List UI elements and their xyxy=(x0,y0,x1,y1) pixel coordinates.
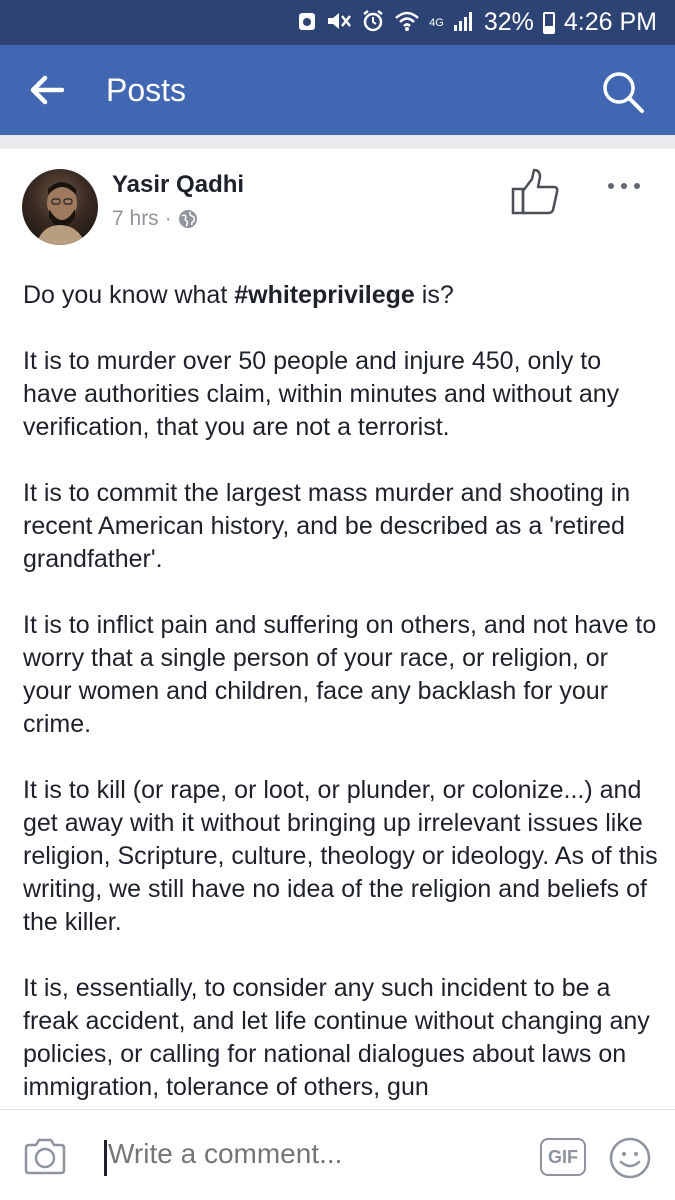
text-cursor xyxy=(104,1140,107,1176)
post-header: Yasir Qadhi 7 hrs · xyxy=(0,149,675,259)
post-meta: 7 hrs · xyxy=(112,207,198,231)
hashtag-link[interactable]: #whiteprivilege xyxy=(234,281,415,309)
wifi-icon xyxy=(394,10,420,36)
thumbs-up-icon xyxy=(511,168,559,215)
mute-icon xyxy=(326,10,352,36)
meta-separator: · xyxy=(164,207,172,230)
alarm-icon xyxy=(361,9,385,37)
emoji-button[interactable] xyxy=(608,1136,652,1180)
comment-input[interactable] xyxy=(108,1138,508,1170)
more-options-button[interactable] xyxy=(606,179,642,193)
gif-button[interactable]: GIF xyxy=(540,1138,586,1176)
avatar[interactable] xyxy=(22,169,98,245)
search-icon xyxy=(603,72,644,113)
camera-button[interactable] xyxy=(22,1134,68,1180)
feed-divider xyxy=(0,135,675,149)
profile-photo xyxy=(36,182,86,245)
comment-bar: GIF xyxy=(0,1109,675,1200)
page-title: Posts xyxy=(106,71,187,108)
search-button[interactable] xyxy=(601,70,645,114)
post-paragraph: It is to kill (or rape, or loot, or plun… xyxy=(23,776,658,936)
status-icons: 4G 32% 4:26 PM xyxy=(297,8,657,37)
post-time[interactable]: 7 hrs xyxy=(112,207,159,231)
camera-icon xyxy=(24,1138,66,1175)
back-button[interactable] xyxy=(30,65,90,115)
status-bar: 4G 32% 4:26 PM xyxy=(0,0,675,45)
arrow-left-icon xyxy=(30,75,64,105)
more-horizontal-icon xyxy=(608,183,640,189)
app-bar: Posts xyxy=(0,45,675,135)
clock: 4:26 PM xyxy=(563,8,657,36)
globe-icon xyxy=(178,210,197,228)
battery-icon xyxy=(542,11,555,34)
notification-icon xyxy=(297,10,317,36)
post-paragraph: It is, essentially, to consider any such… xyxy=(23,974,650,1101)
network-type: 4G xyxy=(429,16,444,29)
like-button[interactable] xyxy=(510,167,562,219)
signal-icon xyxy=(453,10,475,36)
battery-percent: 32% xyxy=(483,8,534,36)
smiley-icon xyxy=(609,1137,651,1179)
post-paragraph: It is to commit the largest mass murder … xyxy=(23,479,631,573)
post-paragraph: It is to inflict pain and suffering on o… xyxy=(23,611,657,738)
post-body: Do you know what #whiteprivilege is? It … xyxy=(23,279,659,1137)
post-paragraph: It is to murder over 50 people and injur… xyxy=(23,347,620,441)
post-paragraph: Do you know what #whiteprivilege is? xyxy=(23,281,454,309)
author-name[interactable]: Yasir Qadhi xyxy=(112,171,244,199)
